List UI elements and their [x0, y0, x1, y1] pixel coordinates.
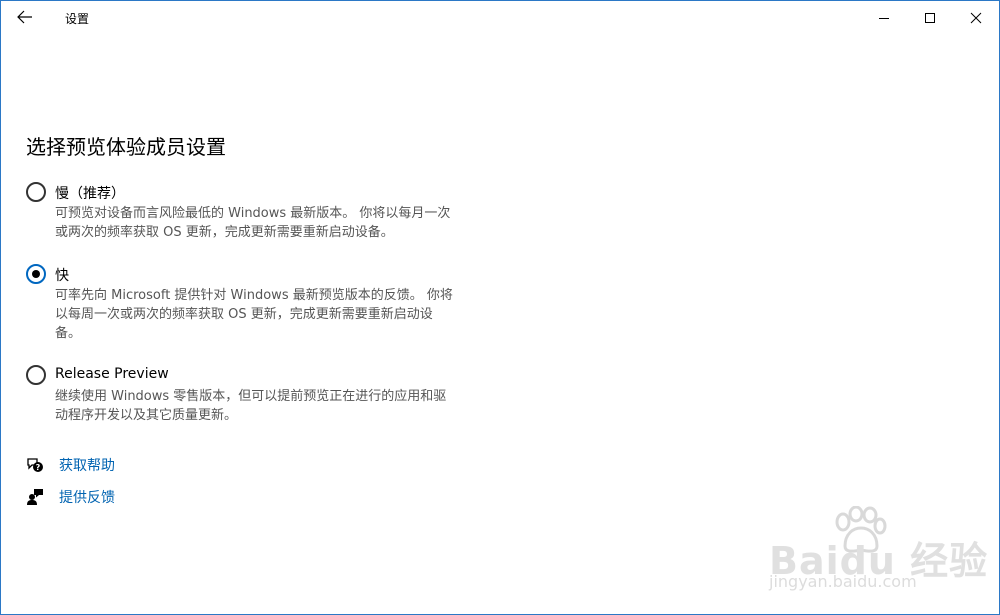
minimize-button[interactable] [861, 1, 907, 35]
give-feedback-label[interactable]: 提供反馈 [59, 487, 115, 507]
option-release-preview-description: 继续使用 Windows 零售版本，但可以提前预览正在进行的应用和驱 动程序开发… [55, 387, 495, 425]
description-line: 备。 [55, 326, 82, 341]
page-title: 选择预览体验成员设置 [26, 135, 226, 159]
description-line: 以每周一次或两次的频率获取 OS 更新，完成更新需要重新启动设 [55, 307, 433, 322]
back-button[interactable] [9, 3, 41, 33]
description-line: 或两次的频率获取 OS 更新，完成更新需要重新启动设备。 [55, 225, 394, 240]
svg-text:?: ? [36, 463, 41, 472]
description-line: 可预览对设备而言风险最低的 Windows 最新版本。 你将以每月一次 [55, 206, 451, 221]
back-arrow-icon [17, 9, 33, 28]
get-help-label[interactable]: 获取帮助 [59, 455, 115, 475]
radio-fast[interactable] [26, 264, 46, 284]
window-title: 设置 [65, 12, 90, 26]
description-line: 继续使用 Windows 零售版本，但可以提前预览正在进行的应用和驱 [55, 389, 447, 404]
give-feedback-link[interactable]: 提供反馈 [26, 487, 115, 507]
feedback-person-icon [26, 488, 44, 506]
maximize-icon [924, 9, 936, 28]
settings-window: 设置 选择预览体验成员设置 慢（推荐） 可预览对设备而言风险最低的 Window… [0, 0, 1000, 615]
baidu-watermark: Baidu 经验 jingyan.baidu.com [761, 505, 987, 601]
option-slow-description: 可预览对设备而言风险最低的 Windows 最新版本。 你将以每月一次 或两次的… [55, 204, 495, 242]
option-slow-label[interactable]: 慢（推荐） [55, 183, 125, 203]
maximize-button[interactable] [907, 1, 953, 35]
get-help-link[interactable]: ? 获取帮助 [26, 455, 115, 475]
close-icon [970, 9, 982, 28]
description-line: 可率先向 Microsoft 提供针对 Windows 最新预览版本的反馈。 你… [55, 288, 453, 303]
help-chat-icon: ? [26, 456, 44, 474]
close-button[interactable] [953, 1, 999, 35]
watermark-url: jingyan.baidu.com [769, 572, 917, 591]
description-line: 动程序开发以及其它质量更新。 [55, 408, 238, 423]
option-release-preview-label[interactable]: Release Preview [55, 366, 169, 382]
title-bar: 设置 [1, 1, 999, 35]
option-fast-description: 可率先向 Microsoft 提供针对 Windows 最新预览版本的反馈。 你… [55, 286, 495, 343]
radio-slow[interactable] [26, 182, 46, 202]
minimize-icon [878, 9, 890, 28]
option-fast-label[interactable]: 快 [55, 265, 69, 285]
radio-release-preview[interactable] [26, 365, 46, 385]
